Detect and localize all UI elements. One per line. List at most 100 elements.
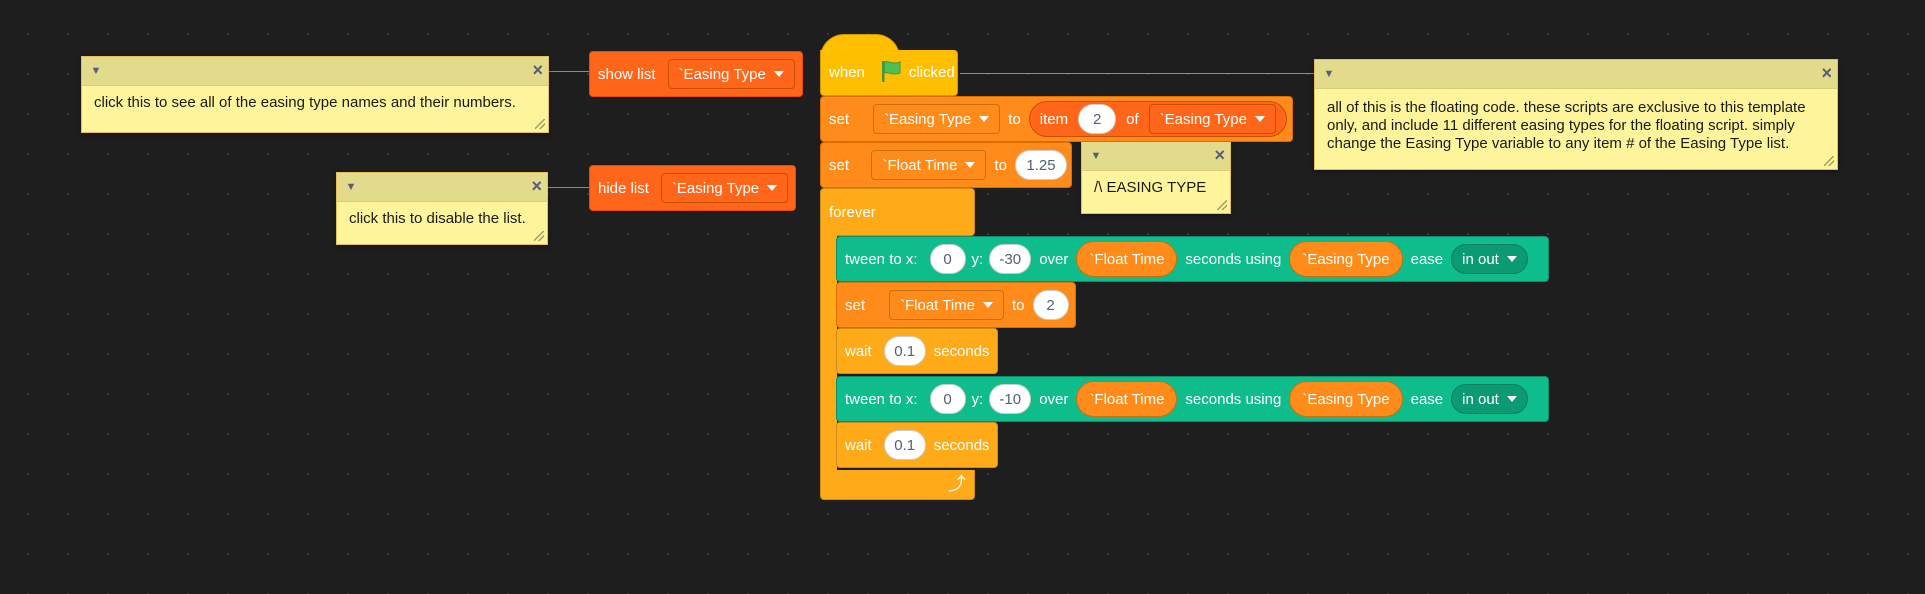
block-label: set [845, 296, 866, 314]
variable-dropdown[interactable]: `Easing Type [873, 104, 1001, 134]
block-label: to [1008, 110, 1021, 128]
dropdown-arrow-icon[interactable]: ▼ [1321, 66, 1337, 82]
when-flag-clicked-block[interactable]: when clicked [820, 50, 958, 96]
dropdown-value: `Easing Type [1159, 110, 1247, 128]
block-label: when [829, 64, 865, 81]
reporter-label: of [1126, 110, 1139, 128]
reporter-label: item [1039, 110, 1069, 128]
block-label: tween to x: [845, 390, 918, 408]
comment-text[interactable]: /\ EASING TYPE [1082, 171, 1230, 205]
block-label: clicked [908, 64, 955, 81]
x-input[interactable]: 0 [929, 384, 966, 414]
dropdown-value: in out [1462, 390, 1499, 408]
item-of-list-reporter[interactable]: item 2 of `Easing Type [1028, 101, 1287, 137]
tween-block[interactable]: tween to x: 0 y: -10 over `Float Time se… [836, 376, 1549, 422]
block-label: y: [971, 390, 984, 408]
block-label: seconds using [1185, 390, 1282, 408]
variable-dropdown[interactable]: `Float Time [871, 150, 987, 180]
wait-block[interactable]: wait 0.1 seconds [836, 422, 998, 468]
block-label: hide list [598, 179, 649, 197]
block-label: to [1012, 296, 1025, 314]
float-time-reporter[interactable]: `Float Time [1076, 381, 1178, 417]
list-dropdown[interactable]: `Easing Type [660, 173, 789, 203]
dropdown-value: in out [1462, 250, 1499, 268]
close-icon[interactable]: × [532, 60, 543, 80]
comment-header[interactable]: ▼ × [1315, 60, 1837, 89]
wait-seconds-input[interactable]: 0.1 [883, 430, 926, 460]
dropdown-arrow-icon [1506, 256, 1517, 262]
comment-text[interactable]: click this to see all of the easing type… [82, 86, 548, 120]
tween-block[interactable]: tween to x: 0 y: -30 over `Float Time se… [836, 236, 1549, 282]
dropdown-arrow-icon[interactable]: ▼ [88, 63, 104, 79]
item-index-input[interactable]: 2 [1078, 104, 1117, 134]
value-input[interactable]: 2 [1032, 290, 1069, 320]
list-dropdown[interactable]: `Easing Type [1148, 104, 1276, 134]
comment-text[interactable]: all of this is the floating code. these … [1315, 89, 1837, 163]
set-float-time-block[interactable]: set `Float Time to 2 [836, 282, 1076, 328]
set-float-time-block[interactable]: set `Float Time to 1.25 [820, 142, 1072, 188]
block-label: ease [1410, 250, 1444, 268]
set-easing-type-block[interactable]: set `Easing Type to item 2 of `Easing Ty… [820, 96, 1293, 142]
value-input[interactable]: 1.25 [1015, 150, 1067, 180]
y-input[interactable]: -10 [989, 384, 1032, 414]
dropdown-arrow-icon [773, 71, 784, 77]
comment-header[interactable]: ▼ × [1082, 142, 1230, 171]
comment-floating-code[interactable]: ▼ × all of this is the floating code. th… [1314, 59, 1838, 170]
block-label: wait [845, 436, 872, 454]
dropdown-arrow-icon[interactable]: ▼ [343, 179, 359, 195]
hide-list-block[interactable]: hide list `Easing Type [589, 165, 796, 211]
block-label: show list [598, 65, 656, 83]
resize-handle-icon[interactable] [1824, 156, 1834, 166]
close-icon[interactable]: × [531, 176, 542, 196]
easing-type-reporter[interactable]: `Easing Type [1289, 381, 1403, 417]
comment-text[interactable]: click this to disable the list. [337, 202, 547, 236]
y-input[interactable]: -30 [989, 244, 1032, 274]
list-dropdown[interactable]: `Easing Type [667, 59, 795, 89]
forever-bottom[interactable]: ⤴ [820, 470, 975, 500]
block-label: tween to x: [845, 250, 918, 268]
ease-mode-dropdown[interactable]: in out [1451, 384, 1528, 414]
dropdown-arrow-icon [979, 116, 990, 122]
dropdown-arrow-icon [965, 162, 976, 168]
block-label: wait [845, 342, 872, 360]
wait-block[interactable]: wait 0.1 seconds [836, 328, 998, 374]
block-label: y: [971, 250, 984, 268]
show-list-block[interactable]: show list `Easing Type [589, 51, 803, 97]
block-label: seconds [933, 342, 990, 360]
block-label: set [829, 110, 850, 128]
dropdown-value: `Float Time [882, 156, 958, 174]
comment-show-list[interactable]: ▼ × click this to see all of the easing … [81, 56, 549, 133]
forever-block[interactable]: forever [820, 188, 975, 236]
float-time-reporter[interactable]: `Float Time [1076, 241, 1178, 277]
dropdown-value: `Easing Type [884, 110, 972, 128]
comment-header[interactable]: ▼ × [337, 173, 547, 202]
dropdown-arrow-icon [1506, 396, 1517, 402]
easing-type-reporter[interactable]: `Easing Type [1289, 241, 1403, 277]
dropdown-arrow-icon[interactable]: ▼ [1088, 148, 1104, 164]
dropdown-value: `Float Time [900, 296, 976, 314]
dropdown-value: `Easing Type [678, 65, 766, 83]
dropdown-value: `Easing Type [671, 179, 760, 197]
comment-easing-type[interactable]: ▼ × /\ EASING TYPE [1081, 141, 1231, 214]
flag-icon [879, 59, 903, 87]
resize-handle-icon[interactable] [534, 231, 544, 241]
resize-handle-icon[interactable] [535, 119, 545, 129]
close-icon[interactable]: × [1821, 63, 1832, 83]
dropdown-arrow-icon [983, 302, 994, 308]
wait-seconds-input[interactable]: 0.1 [883, 336, 926, 366]
block-label: seconds using [1185, 250, 1282, 268]
variable-dropdown[interactable]: `Float Time [889, 290, 1005, 320]
comment-link-line [960, 73, 1315, 74]
close-icon[interactable]: × [1214, 145, 1225, 165]
comment-header[interactable]: ▼ × [82, 57, 548, 86]
block-label: over [1039, 390, 1069, 408]
block-label: over [1039, 250, 1069, 268]
forever-arm[interactable] [820, 234, 837, 472]
dropdown-arrow-icon [1254, 116, 1265, 122]
block-label: to [994, 156, 1007, 174]
x-input[interactable]: 0 [929, 244, 966, 274]
ease-mode-dropdown[interactable]: in out [1451, 244, 1528, 274]
resize-handle-icon[interactable] [1217, 200, 1227, 210]
block-label: set [829, 156, 850, 174]
comment-hide-list[interactable]: ▼ × click this to disable the list. [336, 172, 548, 245]
